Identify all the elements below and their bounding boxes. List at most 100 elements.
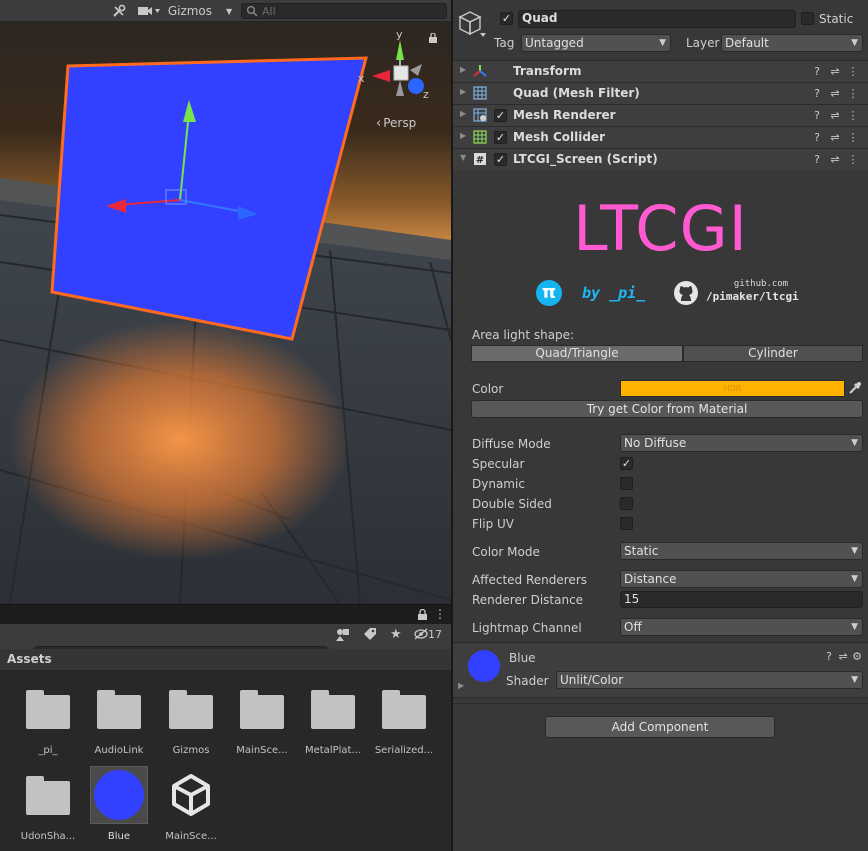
help-icon[interactable]: ? <box>810 86 824 102</box>
color-mode-dropdown[interactable]: Static ▼ <box>620 542 863 560</box>
foldout-closed-icon[interactable]: ▶ <box>460 65 466 74</box>
preset-sliders-icon[interactable]: ⇌ <box>828 130 842 146</box>
favorites-button[interactable]: ★ <box>390 627 408 645</box>
preset-sliders-icon[interactable]: ⇌ <box>836 649 850 665</box>
search-icon <box>246 5 258 17</box>
layer-dropdown[interactable]: Default ▼ <box>721 34 863 52</box>
help-icon[interactable]: ? <box>810 152 824 168</box>
shape-option-quad-triangle[interactable]: Quad/Triangle <box>471 345 683 362</box>
diffuse-mode-value: No Diffuse <box>624 436 687 450</box>
scene-lock-icon[interactable] <box>429 32 437 46</box>
asset-item[interactable]: Gizmos <box>158 675 224 759</box>
help-icon[interactable]: ? <box>810 130 824 146</box>
foldout-closed-icon[interactable]: ▶ <box>460 109 466 118</box>
unity-scene-icon <box>165 769 217 821</box>
foldout-closed-icon[interactable]: ▶ <box>460 131 466 140</box>
project-toolbar: ★ 17 <box>0 624 451 663</box>
affected-renderers-dropdown[interactable]: Distance ▼ <box>620 570 863 588</box>
hidden-count: 17 <box>428 628 442 641</box>
preset-sliders-icon[interactable]: ⇌ <box>828 152 842 168</box>
component-enabled-checkbox[interactable]: ✓ <box>494 131 507 144</box>
asset-item[interactable]: Serialized... <box>371 675 437 759</box>
filter-by-type-button[interactable] <box>336 628 354 646</box>
asset-item[interactable]: MetalPlat... <box>300 675 366 759</box>
panel-menu-icon[interactable]: ⋮ <box>434 607 446 621</box>
color-label: Color <box>472 382 504 396</box>
folder-icon <box>22 769 74 821</box>
color-swatch-field[interactable]: HDR <box>620 380 845 397</box>
dynamic-checkbox[interactable] <box>620 477 633 490</box>
double-sided-checkbox[interactable] <box>620 497 633 510</box>
folder-icon <box>165 683 217 735</box>
tag-dropdown[interactable]: Untagged ▼ <box>521 34 671 52</box>
assets-header-label: Assets <box>7 652 52 666</box>
gizmos-button[interactable]: Gizmos ▼ <box>167 2 233 20</box>
help-icon[interactable]: ? <box>822 649 836 665</box>
lightmap-channel-dropdown[interactable]: Off ▼ <box>620 618 863 636</box>
preset-sliders-icon[interactable]: ⇌ <box>828 64 842 80</box>
component-header[interactable]: ▶ Transform? ⇌ ⋮ <box>453 60 868 82</box>
component-enabled-checkbox[interactable]: ✓ <box>494 153 507 166</box>
kebab-menu-icon[interactable]: ⋮ <box>846 152 860 168</box>
asset-item[interactable]: _pi_ <box>15 675 81 759</box>
assets-breadcrumb[interactable]: Assets <box>0 649 451 671</box>
chevron-down-icon: ▼ <box>851 675 858 685</box>
asset-label: UdonSha... <box>20 831 76 842</box>
kebab-menu-icon[interactable]: ⋮ <box>846 86 860 102</box>
asset-item[interactable]: AudioLink <box>86 675 152 759</box>
scene-viewport[interactable]: y x z <box>0 0 451 604</box>
asset-item[interactable]: MainSce... <box>158 761 224 845</box>
eyedropper-icon[interactable] <box>848 381 862 395</box>
static-checkbox[interactable] <box>801 12 814 25</box>
hidden-packages-toggle[interactable]: 17 <box>414 628 442 646</box>
tools-button[interactable] <box>108 2 130 20</box>
shader-dropdown[interactable]: Unlit/Color ▼ <box>556 671 863 689</box>
kebab-menu-icon[interactable]: ⋮ <box>846 108 860 124</box>
layer-label: Layer <box>686 36 720 50</box>
scene-view[interactable]: y x z ‹ Persp Gizmos ▼ All <box>0 0 451 604</box>
component-header[interactable]: ▶ ✓ Mesh Renderer? ⇌ ⋮ <box>453 104 868 126</box>
component-header[interactable]: ▶ ✓ Mesh Collider? ⇌ ⋮ <box>453 126 868 148</box>
renderer-distance-field[interactable]: 15 <box>620 591 863 608</box>
camera-icon <box>138 7 160 15</box>
scene-search-input[interactable]: All <box>241 3 447 19</box>
add-component-button[interactable]: Add Component <box>545 716 775 738</box>
lock-icon[interactable] <box>418 609 427 620</box>
asset-item[interactable]: Blue <box>86 761 152 845</box>
shapes-icon <box>336 629 349 641</box>
help-icon[interactable]: ? <box>810 64 824 80</box>
github-host: github.com <box>733 279 789 289</box>
component-header-icons: ? ⇌ ⋮ <box>810 152 862 168</box>
component-enabled-checkbox[interactable]: ✓ <box>494 109 507 122</box>
asset-item[interactable]: UdonSha... <box>15 761 81 845</box>
mesh-renderer-icon <box>473 108 489 124</box>
help-icon[interactable]: ? <box>810 108 824 124</box>
kebab-menu-icon[interactable]: ⋮ <box>846 64 860 80</box>
try-get-color-button[interactable]: Try get Color from Material <box>471 400 863 418</box>
camera-settings-button[interactable] <box>134 2 164 20</box>
gameobject-name-field[interactable]: Quad <box>518 10 796 28</box>
foldout-closed-icon[interactable]: ▶ <box>460 87 466 96</box>
github-icon[interactable] <box>673 280 699 306</box>
foldout-open-icon[interactable]: ▼ <box>460 153 466 162</box>
projection-toggle[interactable]: ‹ Persp <box>376 116 416 131</box>
preset-sliders-icon[interactable]: ⇌ <box>828 86 842 102</box>
component-header[interactable]: ▶ Quad (Mesh Filter)? ⇌ ⋮ <box>453 82 868 104</box>
shape-option-cylinder[interactable]: Cylinder <box>683 345 863 362</box>
material-foldout-arrow-icon[interactable]: ▶ <box>458 681 464 690</box>
preset-sliders-icon[interactable]: ⇌ <box>828 108 842 124</box>
asset-item[interactable]: MainSce... <box>229 675 295 759</box>
filter-by-label-button[interactable] <box>363 628 381 646</box>
kebab-menu-icon[interactable]: ⋮ <box>846 130 860 146</box>
static-label: Static <box>819 12 854 26</box>
area-light-shape-label: Area light shape: <box>472 328 575 342</box>
gear-icon[interactable]: ⚙ <box>850 649 864 665</box>
flip-uv-checkbox[interactable] <box>620 517 633 530</box>
gizmos-dropdown-icon[interactable]: ▼ <box>226 7 232 16</box>
layer-value: Default <box>725 36 769 50</box>
gameobject-active-checkbox[interactable]: ✓ <box>500 12 513 25</box>
specular-checkbox[interactable]: ✓ <box>620 457 633 470</box>
asset-label: Gizmos <box>172 745 210 756</box>
component-header[interactable]: ▼ # ✓ LTCGI_Screen (Script)? ⇌ ⋮ <box>453 148 868 170</box>
diffuse-mode-dropdown[interactable]: No Diffuse ▼ <box>620 434 863 452</box>
